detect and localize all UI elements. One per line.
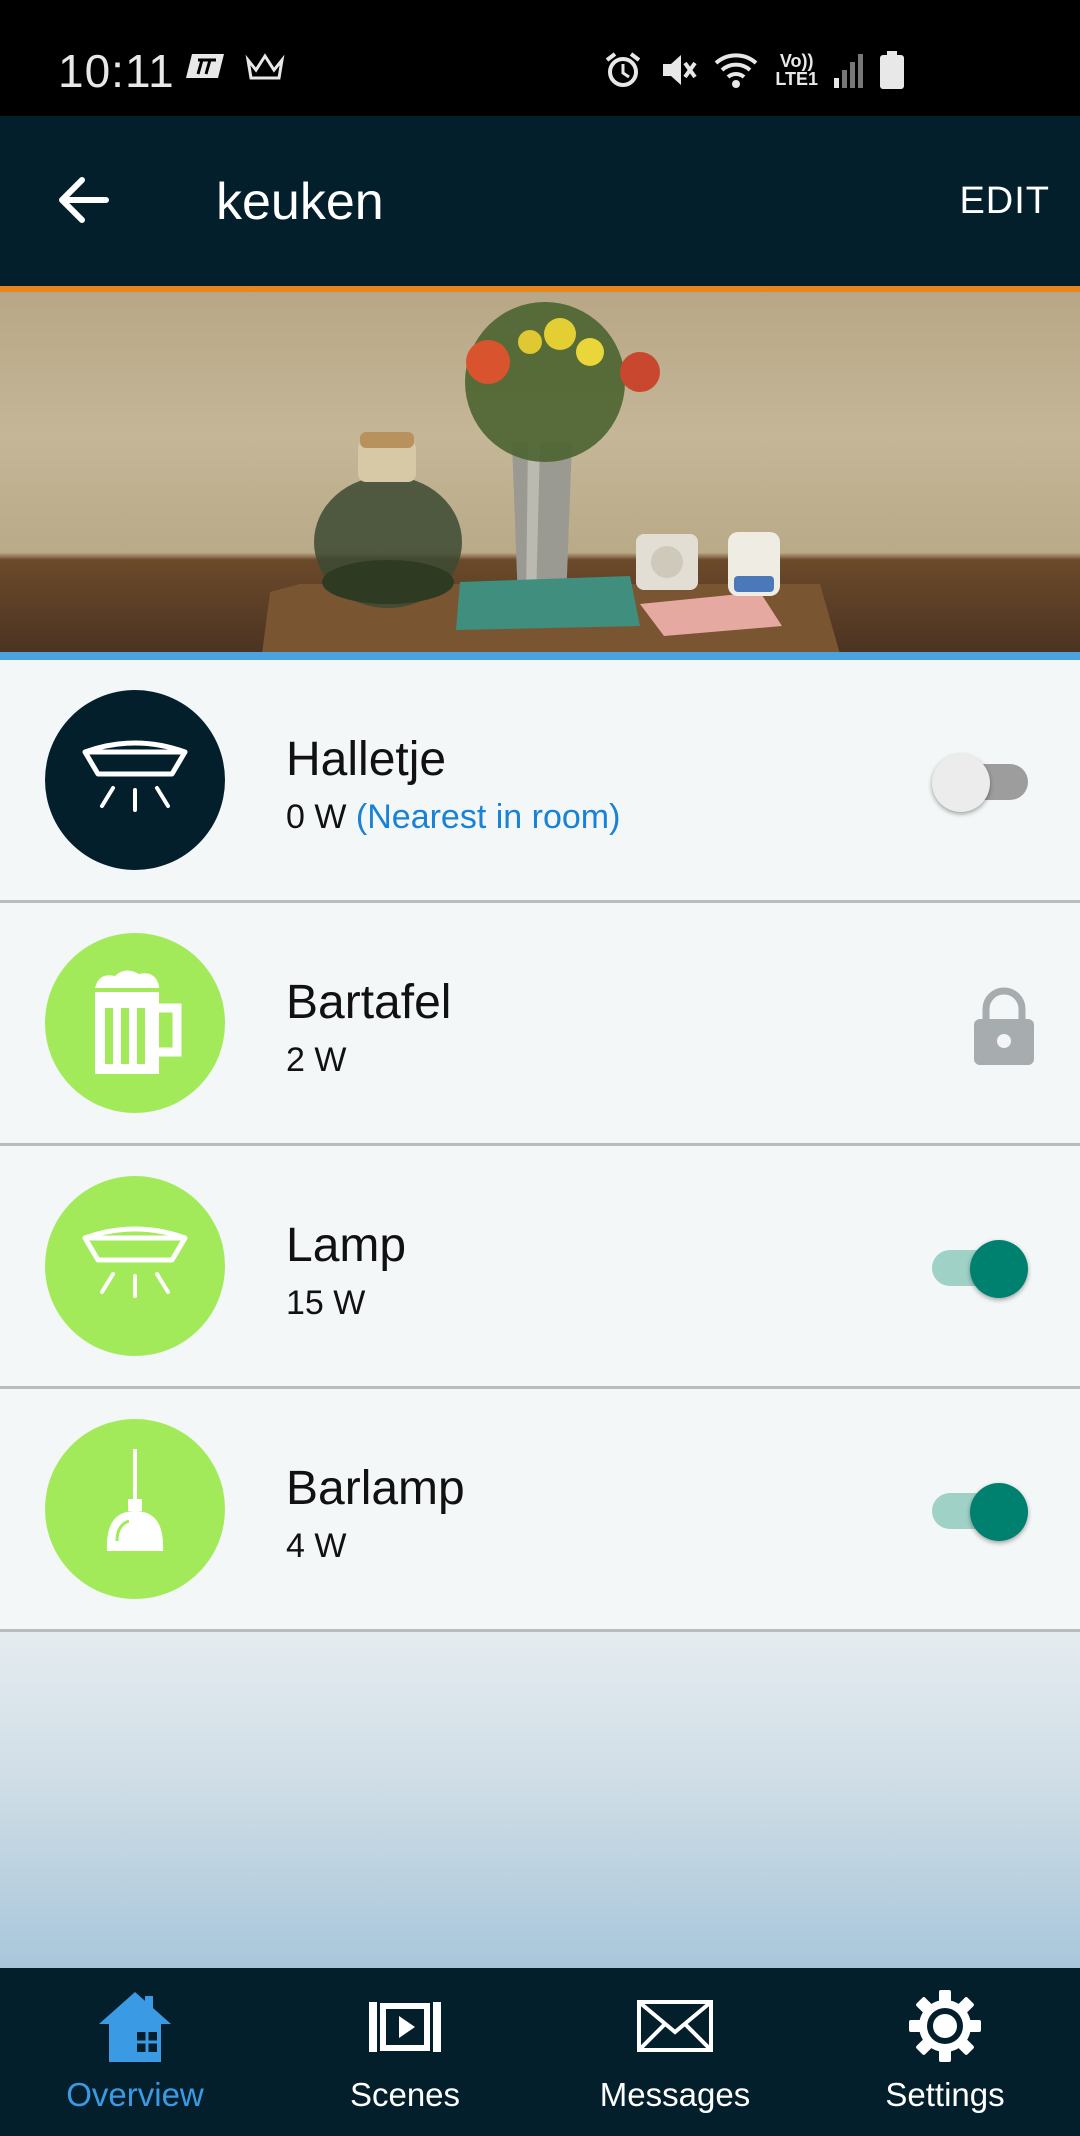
battery-icon <box>880 51 904 89</box>
lte-icon: Vo)) LTE1 <box>775 51 818 89</box>
nav-label: Settings <box>885 2076 1005 2113</box>
status-bar: 10:11 Vo)) LTE1 <box>0 0 1080 116</box>
app-notification-icon <box>186 52 226 82</box>
edit-button[interactable]: EDIT <box>959 180 1050 223</box>
device-toggle[interactable] <box>932 1240 1028 1298</box>
device-toggle[interactable] <box>932 754 1028 812</box>
nearest-note: (Nearest in room) <box>355 798 621 836</box>
mute-icon <box>659 51 697 89</box>
device-name: Barlamp <box>286 1462 465 1515</box>
app-bar: keuken EDIT <box>0 116 1080 286</box>
nav-overview[interactable]: Overview <box>0 1968 270 2136</box>
device-power: 15 W <box>286 1284 366 1322</box>
nav-messages[interactable]: Messages <box>540 1968 810 2136</box>
device-row-lamp[interactable]: Lamp 15 W <box>0 1146 1080 1389</box>
ceiling-light-icon <box>45 1176 225 1356</box>
background-area <box>0 1632 1080 1968</box>
bottom-navigation: Overview Scenes Messages Settings <box>0 1968 1080 2136</box>
nav-scenes[interactable]: Scenes <box>270 1968 540 2136</box>
device-toggle[interactable] <box>932 1483 1028 1541</box>
device-power: 0 W (Nearest in room) <box>286 798 621 836</box>
device-name: Lamp <box>286 1219 407 1272</box>
device-row-barlamp[interactable]: Barlamp 4 W <box>0 1389 1080 1632</box>
device-list: Halletje 0 W (Nearest in room) Bartafel … <box>0 660 1080 1632</box>
crown-notification-icon <box>244 52 286 82</box>
ceiling-light-icon <box>45 690 225 870</box>
accent-divider-blue <box>0 652 1080 660</box>
scenes-icon <box>365 1988 445 2064</box>
gear-icon <box>905 1988 985 2064</box>
house-icon <box>95 1988 175 2064</box>
device-row-halletje[interactable]: Halletje 0 W (Nearest in room) <box>0 660 1080 903</box>
nav-label: Overview <box>66 2076 204 2113</box>
back-arrow-icon <box>59 177 109 223</box>
room-photo <box>0 292 1080 654</box>
device-row-bartafel[interactable]: Bartafel 2 W <box>0 903 1080 1146</box>
envelope-icon <box>635 1988 715 2064</box>
wifi-icon <box>713 51 759 89</box>
device-power: 2 W <box>286 1041 347 1079</box>
beer-mug-icon <box>45 933 225 1113</box>
page-title: keuken <box>216 173 384 231</box>
nav-label: Scenes <box>349 2076 461 2113</box>
signal-icon <box>834 52 864 88</box>
status-time: 10:11 <box>58 45 175 97</box>
back-button[interactable] <box>52 168 116 232</box>
nav-label: Messages <box>599 2076 751 2113</box>
nav-settings[interactable]: Settings <box>810 1968 1080 2136</box>
device-power: 4 W <box>286 1527 347 1565</box>
device-name: Bartafel <box>286 976 452 1029</box>
pendant-lamp-icon <box>45 1419 225 1599</box>
device-name: Halletje <box>286 733 447 786</box>
alarm-icon <box>603 50 643 90</box>
lock-icon[interactable] <box>972 987 1036 1067</box>
